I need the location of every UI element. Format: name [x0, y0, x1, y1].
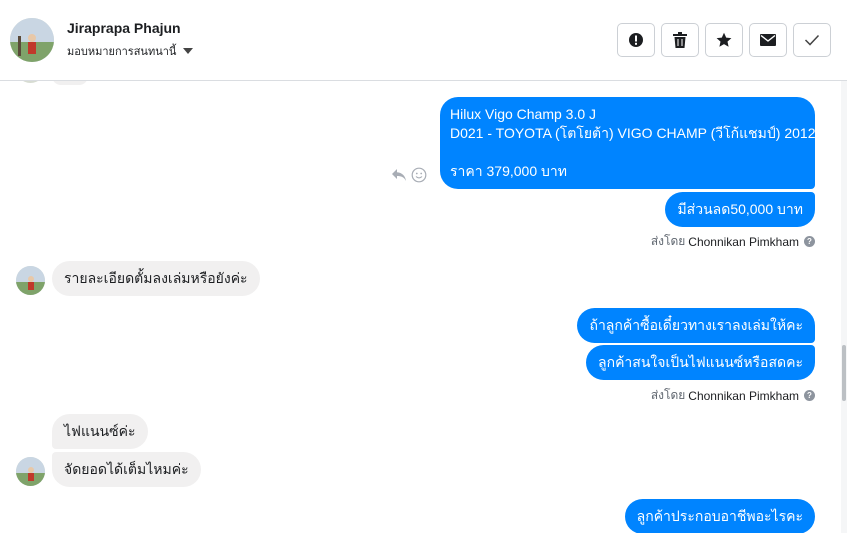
envelope-icon: [760, 34, 776, 46]
sender-name[interactable]: Chonnikan Pimkham: [688, 389, 799, 403]
avatar: [16, 81, 45, 83]
reply-icon[interactable]: [391, 168, 407, 182]
emoji-reaction-icon[interactable]: [411, 167, 427, 183]
outgoing-message[interactable]: ถ้าลูกค้าซื้อเดี๋ยวทางเราลงเล่มให้คะ: [577, 308, 815, 343]
done-button[interactable]: [793, 23, 831, 57]
incoming-message[interactable]: จัดยอดได้เต็มไหมค่ะ: [52, 452, 201, 487]
mark-unread-button[interactable]: [749, 23, 787, 57]
sender-name[interactable]: Chonnikan Pimkham: [688, 235, 799, 249]
delete-button[interactable]: [661, 23, 699, 57]
message-thread[interactable]: Hilux Vigo Champ 3.0 J D021 - TOYOTA (โต…: [0, 81, 847, 533]
outgoing-message[interactable]: มีส่วนลด50,000 บาท: [665, 192, 815, 227]
message-tools: [391, 167, 427, 183]
caret-down-icon: [183, 48, 194, 54]
check-icon: [804, 34, 820, 46]
message-line: ราคา 379,000 บาท: [450, 163, 567, 179]
thread-scrollbar[interactable]: [841, 81, 847, 533]
outgoing-message[interactable]: ลูกค้าสนใจเป็นไฟแนนซ์หรือสดคะ: [586, 345, 815, 380]
outgoing-message[interactable]: Hilux Vigo Champ 3.0 J D021 - TOYOTA (โต…: [440, 97, 816, 189]
mark-spam-button[interactable]: [617, 23, 655, 57]
contact-name[interactable]: Jiraprapa Phajun: [67, 20, 181, 36]
sent-by-label: ส่งโดย Chonnikan Pimkham ?: [651, 232, 815, 251]
contact-avatar[interactable]: [10, 18, 54, 62]
help-icon[interactable]: ?: [804, 390, 815, 401]
outgoing-message[interactable]: ลูกค้าประกอบอาชีพอะไรคะ: [624, 499, 815, 533]
incoming-message[interactable]: ไฟแนนซ์ค่ะ: [52, 414, 148, 449]
sent-by-prefix: ส่งโดย: [650, 234, 686, 248]
sent-by-label: ส่งโดย Chonnikan Pimkham ?: [651, 386, 815, 405]
star-icon: [716, 32, 732, 47]
scrollbar-thumb[interactable]: [842, 345, 846, 401]
conversation-actions: [617, 23, 831, 57]
avatar[interactable]: [16, 266, 45, 295]
incoming-message-partial: [52, 81, 88, 85]
message-line: Hilux Vigo Champ 3.0 J: [450, 106, 597, 122]
help-icon[interactable]: ?: [804, 236, 815, 247]
trash-icon: [673, 32, 687, 48]
incoming-message[interactable]: รายละเอียดตั้มลงเล่มหรือยังค่ะ: [52, 261, 260, 296]
assign-conversation-dropdown[interactable]: มอบหมายการสนทนานี้: [67, 42, 194, 60]
sent-by-prefix: ส่งโดย: [650, 388, 686, 402]
message-line: D021 - TOYOTA (โตโยต้า) VIGO CHAMP (วีโก…: [450, 125, 816, 141]
avatar[interactable]: [16, 457, 45, 486]
star-button[interactable]: [705, 23, 743, 57]
assign-label: มอบหมายการสนทนานี้: [67, 46, 177, 58]
conversation-header: Jiraprapa Phajun มอบหมายการสนทนานี้: [0, 0, 847, 81]
alert-circle-icon: [629, 33, 643, 47]
